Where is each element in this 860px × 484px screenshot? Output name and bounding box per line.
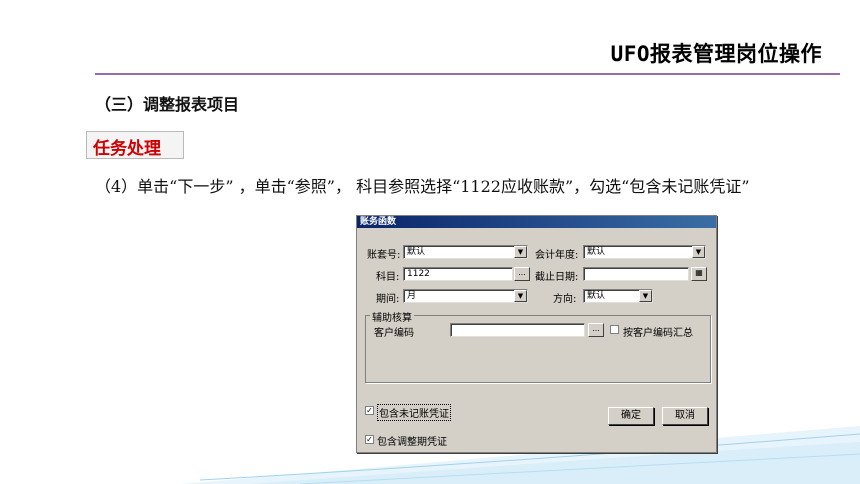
period-value: 月 bbox=[407, 291, 417, 301]
title-rule bbox=[95, 73, 840, 75]
fiscal-year-label: 会计年度: bbox=[535, 250, 579, 261]
chevron-down-icon[interactable]: ▼ bbox=[514, 290, 527, 302]
direction-value: 默认 bbox=[587, 291, 606, 301]
period-label: 期间: bbox=[376, 294, 400, 305]
slide-title: UFO报表管理岗位操作 bbox=[610, 42, 822, 66]
subject-value: 1122 bbox=[407, 269, 430, 279]
task-box: 任务处理 bbox=[86, 131, 184, 159]
instruction-text: （4）单击“下一步” ，单击“参照”， 科目参照选择“1122应收账款”，勾选“… bbox=[95, 177, 750, 196]
end-date-input[interactable] bbox=[583, 267, 689, 281]
direction-select[interactable]: 默认 ▼ bbox=[583, 289, 653, 303]
end-date-label: 截止日期: bbox=[535, 272, 579, 283]
fiscal-year-value: 默认 bbox=[587, 247, 606, 257]
direction-label: 方向: bbox=[553, 294, 577, 305]
dialog-titlebar[interactable]: 账务函数 bbox=[357, 216, 716, 228]
account-set-select[interactable]: 默认 ▼ bbox=[403, 245, 528, 259]
include-adjustment-label: 包含调整期凭证 bbox=[377, 437, 447, 448]
subject-label: 科目: bbox=[376, 272, 400, 283]
aux-accounting-group: 辅助核算 客户编码 ... 按客户编码汇总 bbox=[365, 309, 711, 383]
period-select[interactable]: 月 ▼ bbox=[403, 289, 528, 303]
summarize-by-code-label: 按客户编码汇总 bbox=[623, 328, 693, 339]
subject-reference-button[interactable]: ... bbox=[514, 267, 530, 281]
chevron-down-icon[interactable]: ▼ bbox=[692, 246, 705, 258]
chevron-down-icon[interactable]: ▼ bbox=[514, 246, 527, 258]
task-label: 任务处理 bbox=[93, 139, 161, 159]
account-set-value: 默认 bbox=[407, 247, 426, 257]
cancel-button[interactable]: 取消 bbox=[662, 407, 708, 425]
customer-reference-button[interactable]: ... bbox=[588, 323, 604, 337]
section-heading: （三）调整报表项目 bbox=[95, 95, 240, 114]
summarize-by-code-checkbox[interactable] bbox=[610, 325, 619, 334]
include-unposted-label: 包含未记账凭证 bbox=[377, 404, 451, 421]
include-adjustment-checkbox[interactable]: ✓ bbox=[365, 435, 374, 444]
chevron-down-icon[interactable]: ▼ bbox=[639, 290, 652, 302]
calendar-icon[interactable]: ▦ bbox=[691, 267, 707, 281]
fiscal-year-select[interactable]: 默认 ▼ bbox=[583, 245, 706, 259]
aux-group-label: 辅助核算 bbox=[370, 309, 414, 324]
account-function-dialog: 账务函数 账套号: 默认 ▼ 会计年度: 默认 ▼ 科目: 1122 ... 截… bbox=[356, 215, 717, 453]
customer-code-label: 客户编码 bbox=[374, 328, 414, 339]
ok-button[interactable]: 确定 bbox=[608, 407, 654, 425]
subject-input[interactable]: 1122 bbox=[403, 267, 513, 281]
customer-code-input[interactable] bbox=[450, 323, 585, 337]
include-unposted-checkbox[interactable]: ✓ bbox=[365, 406, 374, 415]
account-set-label: 账套号: bbox=[367, 250, 401, 261]
